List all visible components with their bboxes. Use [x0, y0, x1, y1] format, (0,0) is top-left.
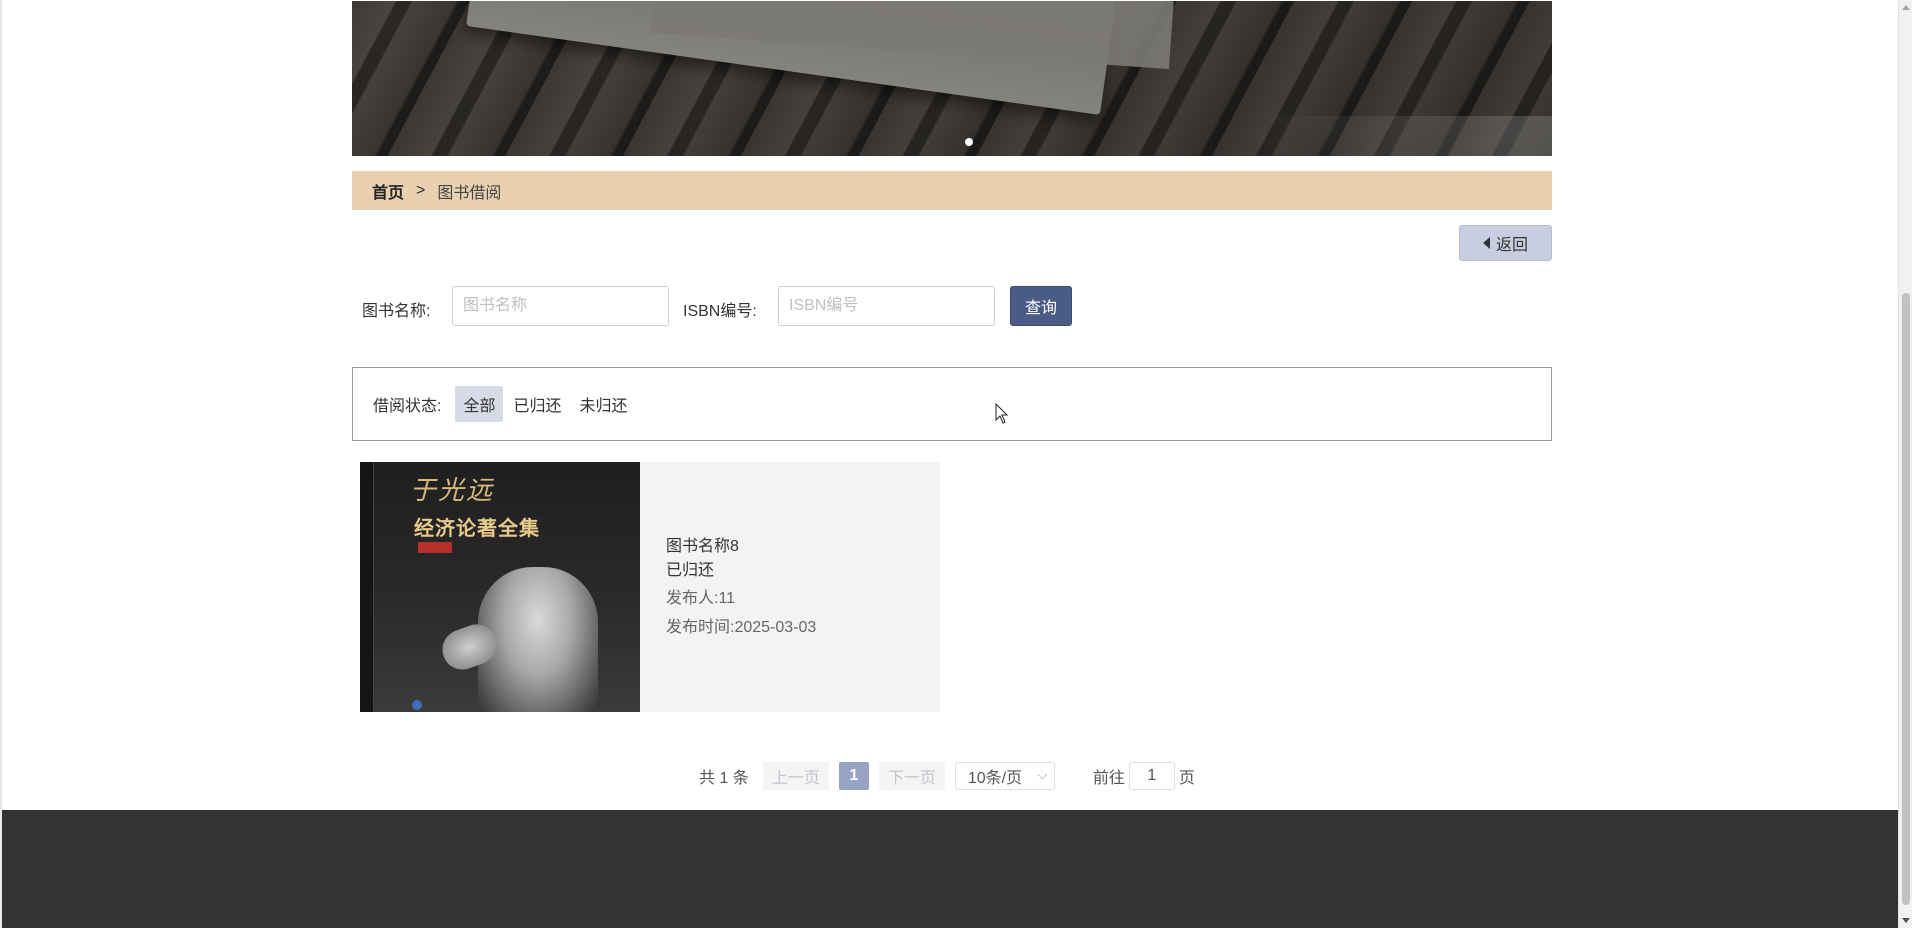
book-cover[interactable]: 于光远 经济论著全集 [352, 462, 640, 712]
cover-volume-tag [418, 542, 452, 553]
goto-page-input[interactable] [1128, 762, 1175, 790]
borrow-status-label: 借阅状态: [373, 398, 442, 415]
vertical-scrollbar[interactable] [1898, 0, 1912, 928]
page: 首页 > 图书借阅 返回 图书名称: ISBN编号: 查询 借阅状态: 全部 已… [0, 0, 1898, 928]
next-page-button[interactable]: 下一页 [878, 762, 945, 790]
isbn-label: ISBN编号: [683, 303, 757, 320]
chevron-down-icon [1037, 769, 1048, 780]
banner-carousel [352, 1, 1552, 156]
book-name[interactable]: 图书名称8 [666, 532, 816, 556]
book-publisher: 发布人:11 [666, 590, 736, 607]
page-size-select[interactable]: 10条/页 [954, 762, 1055, 790]
breadcrumb-home[interactable]: 首页 [372, 179, 404, 203]
page-size-value: 10条/页 [967, 770, 1023, 787]
filter-option-returned[interactable]: 已归还 [505, 386, 569, 422]
query-button[interactable]: 查询 [1010, 286, 1072, 326]
book-spine [360, 462, 374, 712]
pagination: 共 1 条 上一页 1 下一页 10条/页 前往 页 [699, 762, 1195, 790]
filter-option-all[interactable]: 全部 [455, 386, 504, 422]
banner-image-light [1252, 116, 1552, 156]
book-publish-time: 发布时间:2025-03-03 [666, 619, 817, 636]
mouse-cursor-icon [995, 403, 1009, 424]
book-info: 图书名称8 已归还 发布人:11 发布时间:2025-03-03 [666, 532, 816, 642]
goto-suffix: 页 [1178, 770, 1195, 787]
book-status: 已归还 [666, 562, 715, 579]
cover-signature: 于光远 [410, 476, 495, 506]
borrow-status-filter: 借阅状态: 全部 已归还 未归还 [352, 367, 1552, 441]
book-name-label: 图书名称: [362, 303, 431, 320]
book-cover-image: 于光远 经济论著全集 [360, 462, 640, 712]
scroll-up-arrow-icon[interactable] [1902, 5, 1910, 10]
footer [2, 810, 1898, 928]
scrollbar-thumb[interactable] [1902, 293, 1910, 905]
book-name-input[interactable] [452, 286, 669, 326]
pagination-total: 共 1 条 [699, 770, 749, 787]
caret-left-icon [1482, 237, 1490, 249]
scroll-down-arrow-icon[interactable] [1902, 918, 1910, 923]
filter-option-not-returned[interactable]: 未归还 [571, 386, 635, 422]
publisher-logo-icon [412, 700, 422, 710]
page-number-current[interactable]: 1 [838, 762, 869, 790]
search-form: 图书名称: ISBN编号: 查询 [352, 286, 1152, 326]
carousel-indicator-dot[interactable] [965, 138, 973, 146]
breadcrumb: 首页 > 图书借阅 [352, 171, 1552, 210]
goto-prefix: 前往 [1092, 770, 1125, 787]
isbn-input[interactable] [778, 286, 995, 326]
back-button-label: 返回 [1495, 237, 1528, 254]
prev-page-button[interactable]: 上一页 [762, 762, 829, 790]
breadcrumb-current: 图书借阅 [437, 184, 502, 202]
book-card[interactable]: 于光远 经济论著全集 图书名称8 已归还 发布人:11 发布时间:2025-03… [352, 462, 940, 712]
back-button[interactable]: 返回 [1459, 225, 1552, 261]
breadcrumb-separator: > [416, 181, 426, 199]
cover-title: 经济论著全集 [414, 518, 540, 540]
